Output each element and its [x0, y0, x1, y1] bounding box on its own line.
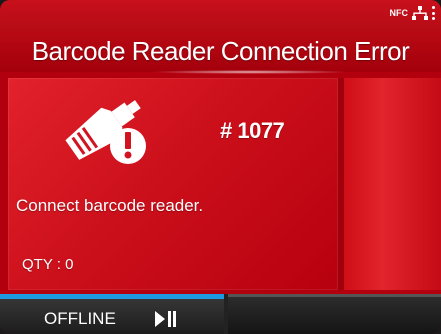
header: Barcode Reader Connection Error — [0, 30, 441, 72]
status-icons: NFC — [389, 6, 435, 20]
offline-label: OFFLINE — [44, 309, 116, 328]
network-icon — [412, 6, 428, 20]
error-message: Connect barcode reader. — [16, 196, 204, 215]
more-icon — [432, 6, 435, 20]
footer-right-button[interactable] — [228, 294, 441, 334]
play-pause-icon — [155, 311, 176, 327]
qty-counter: QTY : 0 — [22, 256, 74, 273]
footer-right-accent — [228, 294, 441, 297]
barcode-scanner-error-icon — [65, 100, 146, 164]
printer-display: NFC Barcode Reader Connection Error # 10… — [0, 0, 441, 334]
footer-bar: OFFLINE — [0, 294, 441, 334]
page-title: Barcode Reader Connection Error — [31, 35, 410, 66]
error-panel: # 1077 Connect barcode reader. QTY : 0 — [8, 78, 338, 290]
error-code: # 1077 — [220, 118, 285, 143]
side-panel — [344, 78, 441, 290]
offline-button[interactable]: OFFLINE — [0, 294, 224, 334]
active-indicator — [0, 294, 224, 299]
header-glow — [150, 70, 350, 74]
status-bar: NFC — [0, 0, 441, 30]
nfc-icon: NFC — [389, 7, 409, 18]
